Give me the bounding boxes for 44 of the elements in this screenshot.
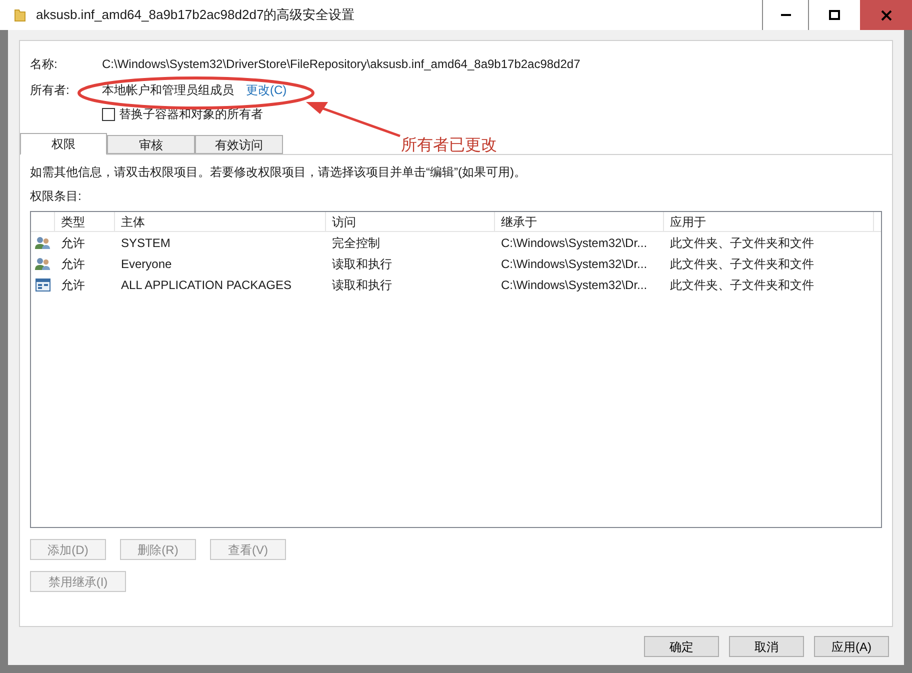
table-cell-text: 读取和执行 — [331, 256, 393, 272]
table-cell-text: 此文件夹、子文件夹和文件 — [669, 234, 815, 252]
annotation-text: 所有者已更改 — [401, 136, 497, 156]
column-header[interactable]: 继承于 — [495, 212, 664, 231]
table-cell-text: Everyone — [120, 256, 173, 272]
folder-icon — [14, 8, 26, 22]
table-cell-text: 完全控制 — [331, 234, 381, 252]
package-icon — [35, 278, 51, 292]
dialog-button[interactable]: 取消 — [729, 636, 804, 657]
checkbox[interactable] — [102, 108, 115, 120]
dialog-button[interactable]: 确定 — [644, 636, 719, 657]
users-icon — [35, 236, 51, 250]
minimize-icon — [780, 14, 790, 16]
dialog-button[interactable]: 应用(A) — [814, 636, 889, 657]
table-cell-text: ALL APPLICATION PACKAGES — [120, 276, 293, 294]
table-cell-text: C:\Windows\System32\Dr... — [500, 276, 648, 294]
column-header[interactable]: 主体 — [115, 212, 326, 231]
field-value: C:\Windows\System32\DriverStore\FileRepository\aksusb.inf_amd64_8a9b17b2ac98d2d7 — [102, 56, 580, 73]
tab[interactable]: 权限 — [20, 133, 107, 155]
table-cell-text: C:\Windows\System32\Dr... — [500, 234, 648, 252]
table-cell-text: 允许 — [60, 256, 86, 272]
field-label: 名称: — [30, 56, 58, 73]
close-button[interactable] — [860, 0, 912, 30]
change-link[interactable]: 更改(C) — [246, 81, 287, 99]
field-value: 本地帐户和管理员组成员 — [102, 82, 234, 99]
table-cell-text: 此文件夹、子文件夹和文件 — [669, 256, 815, 272]
table-cell-text: 允许 — [60, 276, 86, 294]
users-icon — [35, 256, 51, 270]
tab[interactable]: 有效访问 — [195, 135, 283, 154]
column-header[interactable]: 应用于 — [664, 212, 874, 231]
tab[interactable]: 审核 — [107, 135, 195, 154]
column-header[interactable]: 类型 — [55, 212, 115, 231]
table-cell-text: C:\Windows\System32\Dr... — [500, 256, 648, 272]
field-label: 所有者: — [30, 82, 70, 99]
table-cell-text: 读取和执行 — [331, 276, 393, 294]
maximize-icon — [829, 10, 840, 20]
table-cell-text: SYSTEM — [120, 234, 172, 252]
list-label: 权限条目: — [30, 188, 82, 205]
table-cell-text: 此文件夹、子文件夹和文件 — [669, 276, 815, 294]
window-title: aksusb.inf_amd64_8a9b17b2ac98d2d7的高级安全设置 — [36, 6, 355, 24]
column-header[interactable]: 访问 — [326, 212, 495, 231]
info-text: 如需其他信息，请双击权限项目。若要修改权限项目，请选择该项目并单击“编辑”(如果可用)。 — [30, 164, 527, 181]
close-icon — [880, 10, 892, 20]
table-cell-text: 允许 — [60, 234, 86, 252]
